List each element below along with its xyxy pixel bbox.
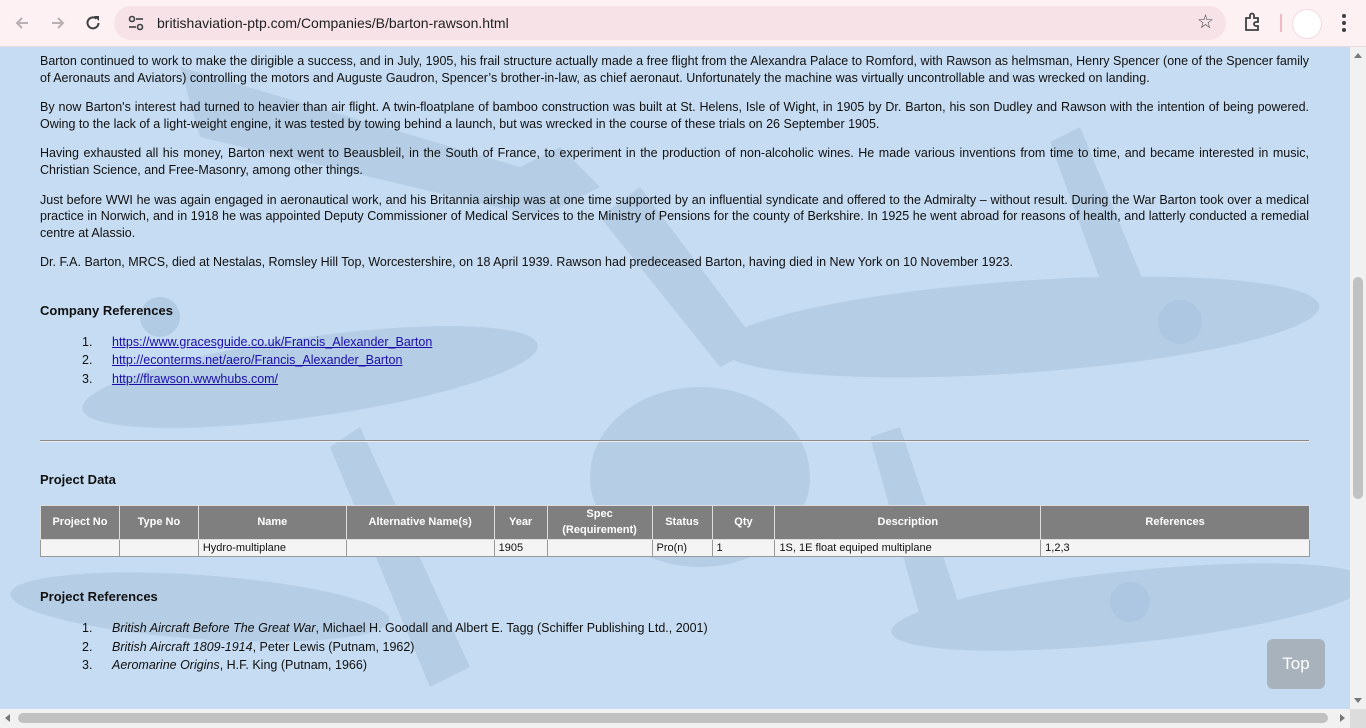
list-item: 3. Aeromarine Origins, H.F. King (Putnam,…: [82, 658, 367, 672]
column-header: Type No: [118, 504, 199, 540]
back-to-top-button[interactable]: Top: [1267, 639, 1325, 689]
project-data-table: Project No Type No Name Alternative Name…: [40, 504, 1310, 558]
column-header: References: [1040, 504, 1310, 540]
article-paragraph: By now Barton's interest had turned to h…: [40, 100, 1309, 131]
back-arrow-icon: [15, 17, 28, 29]
table-row: Hydro-multiplane 1905 Pro(n) 1 1S, 1E fl…: [40, 538, 1310, 558]
vertical-scroll-thumb[interactable]: [1353, 277, 1363, 499]
book-details: , Peter Lewis (Putnam, 1962): [252, 639, 415, 654]
list-item: 2. http://econterms.net/aero/Francis_Alex…: [82, 353, 403, 368]
reference-link[interactable]: https://www.gracesguide.co.uk/Francis_Al…: [112, 335, 432, 349]
book-title: British Aircraft Before The Great War: [112, 621, 316, 635]
article-paragraph: Dr. F.A. Barton, MRCS, died at Nestalas,…: [40, 255, 1013, 270]
table-cell: Hydro-multiplane: [197, 538, 347, 558]
company-references-list: 1. https://www.gracesguide.co.uk/Francis_…: [40, 333, 1309, 389]
table-header-row: Project No Type No Name Alternative Name…: [40, 504, 1310, 540]
browser-toolbar: britishaviation-ptp.com/Companies/B/bart…: [0, 0, 1366, 47]
column-header: Year: [493, 504, 548, 540]
forward-arrow-icon: [52, 17, 65, 29]
back-button[interactable]: [10, 11, 34, 35]
table-cell: 1S, 1E float equiped multiplane: [774, 538, 1042, 558]
table-cell: [546, 538, 653, 558]
company-references-heading: Company References: [40, 302, 173, 318]
table-cell: Pro(n): [651, 538, 713, 558]
column-header: Description: [774, 504, 1042, 540]
scrollbar-corner: [1350, 709, 1366, 728]
column-header: Status: [651, 504, 713, 540]
url-text[interactable]: britishaviation-ptp.com/Companies/B/bart…: [157, 15, 509, 31]
horizontal-scrollbar[interactable]: [0, 709, 1350, 728]
list-item: 2. British Aircraft 1809-1914, Peter Lewi…: [82, 639, 415, 654]
bookmark-star-icon[interactable]: ☆: [1197, 11, 1214, 34]
vertical-scrollbar[interactable]: [1350, 47, 1366, 709]
article-paragraph: Just before WWI he was again engaged in …: [40, 192, 1309, 240]
column-header: Spec (Requirement): [546, 504, 653, 540]
column-header: Name: [197, 504, 347, 540]
book-title: British Aircraft 1809-1914: [112, 639, 253, 654]
project-references-list: 1. British Aircraft Before The Great War,…: [40, 619, 1309, 675]
reference-link[interactable]: http://econterms.net/aero/Francis_Alexan…: [112, 353, 402, 367]
column-header: Alternative Name(s): [345, 504, 495, 540]
horizontal-scroll-thumb[interactable]: [18, 713, 1328, 723]
section-divider: [40, 440, 1309, 443]
article-content: Barton continued to work to make the dir…: [40, 47, 1310, 675]
browser-menu-icon[interactable]: [1334, 11, 1354, 35]
table-cell: [118, 538, 199, 558]
table-cell: 1905: [493, 538, 548, 558]
table-cell: [40, 538, 120, 558]
column-header: Project No: [40, 504, 120, 540]
profile-avatar[interactable]: [1293, 10, 1321, 38]
scroll-left-icon[interactable]: [5, 714, 10, 722]
book-title: Aeromarine Origins: [112, 658, 220, 672]
article-paragraph: Having exhausted all his money, Barton n…: [40, 146, 1309, 177]
book-details: , H.F. King (Putnam, 1966): [219, 658, 367, 672]
site-info-icon[interactable]: [126, 13, 146, 33]
reference-link[interactable]: http://flrawson.wwwhubs.com/: [112, 372, 278, 386]
table-cell: 1: [711, 538, 776, 558]
book-details: , Michael H. Goodall and Albert E. Tagg …: [315, 621, 708, 635]
reload-button[interactable]: [81, 11, 105, 35]
forward-button[interactable]: [46, 11, 70, 35]
list-item: 3. http://flrawson.wwwhubs.com/: [82, 371, 279, 386]
extensions-icon[interactable]: [1242, 11, 1266, 35]
table-cell: [345, 538, 495, 558]
article-paragraph: Barton continued to work to make the dir…: [40, 54, 1309, 85]
list-item: 1. https://www.gracesguide.co.uk/Francis_…: [82, 334, 433, 349]
list-item: 1. British Aircraft Before The Great War,…: [82, 621, 708, 635]
toolbar-divider: [1280, 14, 1282, 32]
address-bar[interactable]: britishaviation-ptp.com/Companies/B/bart…: [114, 6, 1226, 40]
table-cell: 1,2,3: [1040, 538, 1310, 558]
project-data-heading: Project Data: [40, 472, 116, 488]
scroll-down-icon[interactable]: [1354, 698, 1362, 703]
project-references-heading: Project References: [40, 589, 158, 605]
column-header: Qty: [711, 504, 776, 540]
scroll-right-icon[interactable]: [1340, 714, 1345, 722]
reload-icon: [86, 16, 100, 30]
page-viewport: Barton continued to work to make the dir…: [0, 47, 1350, 709]
scroll-up-icon[interactable]: [1354, 53, 1362, 58]
